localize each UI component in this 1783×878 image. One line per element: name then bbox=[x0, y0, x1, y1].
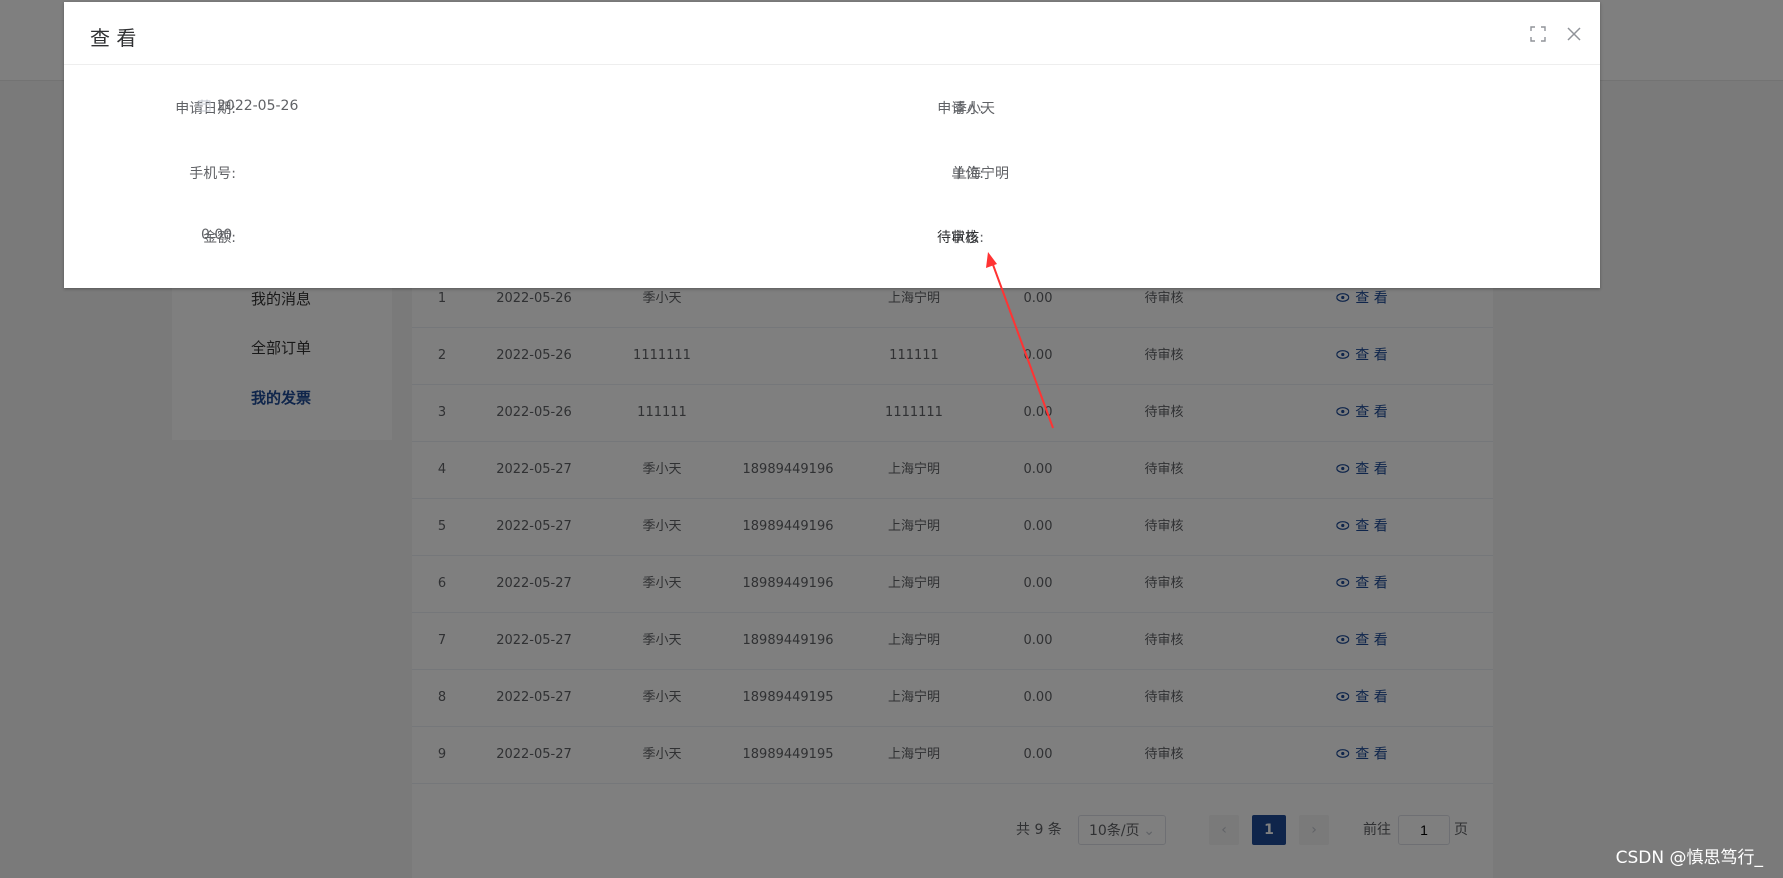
amount-value: 0.00 bbox=[201, 227, 233, 243]
close-icon[interactable] bbox=[1566, 26, 1582, 46]
dialog-title: 查 看 bbox=[90, 26, 137, 50]
view-dialog: 查 看 申请日期: 2022-05-26 申请人: 季小天 手机号: 单位: 上… bbox=[64, 2, 1600, 288]
calendar-icon bbox=[198, 99, 211, 116]
apply-date-field: 2022-05-26 bbox=[198, 98, 298, 116]
company-value: 上海宁明 bbox=[953, 166, 1009, 182]
phone-label: 手机号: bbox=[189, 166, 236, 182]
apply-date-value: 2022-05-26 bbox=[217, 98, 299, 114]
applicant-value: 季小天 bbox=[953, 101, 995, 117]
watermark: CSDN @慎思笃行_ bbox=[1615, 848, 1763, 868]
fullscreen-icon[interactable] bbox=[1530, 26, 1546, 46]
dialog-header: 查 看 bbox=[64, 2, 1600, 65]
status-value: 待审核 bbox=[937, 230, 979, 246]
